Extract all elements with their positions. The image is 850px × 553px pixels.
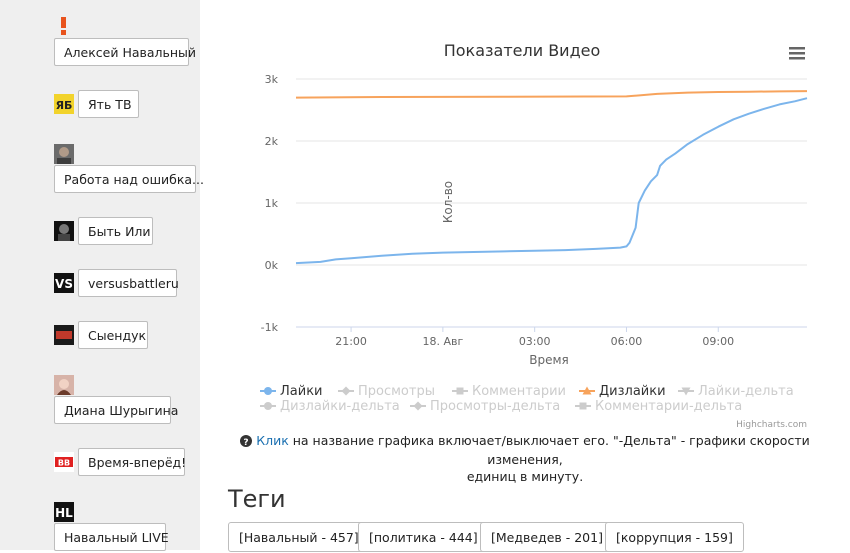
help-text-line1: на название графика включает/выключает е… <box>288 433 810 467</box>
svg-text:?: ? <box>244 438 249 447</box>
x-tick-label: 09:00 <box>702 335 734 348</box>
channel-button[interactable]: Сыендук <box>78 321 148 349</box>
channel-button[interactable]: Алексей Навальный <box>54 38 196 66</box>
y-tick-label: -1k <box>261 321 279 334</box>
series-line-likes[interactable] <box>295 97 808 265</box>
chart-series <box>295 90 808 265</box>
channel-button[interactable]: Навальный LIVE <box>54 523 169 551</box>
legend-item[interactable]: Комментарии-дельта <box>575 399 742 414</box>
y-tick-label: 2k <box>265 135 279 148</box>
svg-text:ЯБ: ЯБ <box>56 99 73 112</box>
yat-tv-logo-icon[interactable]: ЯБ <box>54 94 74 114</box>
legend-item[interactable]: Лайки-дельта <box>678 384 794 399</box>
legend-label[interactable]: Комментарии <box>472 384 566 399</box>
legend-label[interactable]: Дизлайки <box>599 384 666 399</box>
legend-item[interactable]: Дизлайки <box>579 384 666 399</box>
legend-label[interactable]: Дизлайки-дельта <box>280 399 400 414</box>
x-axis-ticks: 21:00 18. Авг 03:00 06:00 09:00 <box>296 326 807 348</box>
hamburger-menu-icon[interactable] <box>788 46 805 62</box>
main-content: Показатели Видео -1k 0k 1k 2k 3k 21:00 18. Ав… <box>200 0 850 552</box>
legend-label[interactable]: Лайки <box>280 384 323 399</box>
channel-button[interactable]: Быть Или <box>78 217 153 245</box>
vremya-vpered-logo-icon[interactable]: BB <box>54 452 74 472</box>
channel-button[interactable]: Диана Шурыгина <box>54 396 178 424</box>
tag-button[interactable]: [Навальный - 457] <box>228 522 370 552</box>
channel-button[interactable]: versusbattleru <box>78 269 179 297</box>
legend-item[interactable]: Комментарии <box>452 384 566 399</box>
navalny-exclamation-icon[interactable] <box>54 16 74 36</box>
legend-item[interactable]: Просмотры-дельта <box>410 399 560 414</box>
legend-item[interactable]: Просмотры <box>338 384 435 399</box>
chart-help-text: ? Клик на название графика включает/выкл… <box>230 432 820 485</box>
navalny-live-logo-icon[interactable]: HL <box>54 502 74 522</box>
question-circle-icon: ? <box>240 434 253 451</box>
syenduk-logo-icon[interactable] <box>54 325 74 345</box>
chart-legend: Лайки Просмотры Комментарии Дизлайки Лайки-д… <box>260 384 794 414</box>
tags-heading: Теги <box>228 485 286 513</box>
x-axis-label: Время <box>529 353 569 367</box>
channel-button[interactable]: Время-вперёд! <box>78 448 186 476</box>
video-stats-chart: Показатели Видео -1k 0k 1k 2k 3k 21:00 18. Ав… <box>260 41 808 430</box>
series-line-dislikes[interactable] <box>295 90 808 99</box>
y-tick-label: 1k <box>265 197 279 210</box>
tag-button[interactable]: [Медведев - 201] <box>480 522 614 552</box>
channel-button[interactable]: Ять ТВ <box>78 90 139 118</box>
legend-label[interactable]: Лайки-дельта <box>698 384 794 399</box>
y-tick-label: 0k <box>265 259 279 272</box>
legend-item[interactable]: Дизлайки-дельта <box>260 399 400 414</box>
tag-button[interactable]: [коррупция - 159] <box>605 522 744 552</box>
chart-title[interactable]: Показатели Видео <box>444 41 601 60</box>
channel-sidebar: Алексей Навальный ЯБ Ять ТВ Работа над о… <box>0 0 204 551</box>
y-axis-ticks: -1k 0k 1k 2k 3k <box>261 73 279 334</box>
tag-button[interactable]: [политика - 444] <box>358 522 489 552</box>
y-axis-label: Кол-во <box>441 181 455 223</box>
highcharts-credit-link[interactable]: Highcharts.com <box>736 420 807 430</box>
legend-label[interactable]: Комментарии-дельта <box>595 399 742 414</box>
y-tick-label: 3k <box>265 73 279 86</box>
svg-text:BB: BB <box>58 459 70 468</box>
x-tick-label: 06:00 <box>611 335 643 348</box>
diana-photo-icon[interactable] <box>54 375 74 395</box>
x-tick-label: 18. Авг <box>422 335 463 348</box>
svg-text:VS: VS <box>55 277 73 291</box>
legend-label[interactable]: Просмотры <box>358 384 435 399</box>
info-link[interactable]: Клик <box>256 433 289 448</box>
legend-label[interactable]: Просмотры-дельта <box>430 399 560 414</box>
help-text-line2: единиц в минуту. <box>466 469 584 484</box>
x-tick-label: 21:00 <box>335 335 367 348</box>
x-tick-label: 03:00 <box>519 335 551 348</box>
channel-button[interactable]: Работа над ошибка... <box>54 165 204 193</box>
legend-item[interactable]: Лайки <box>260 384 323 399</box>
versus-logo-icon[interactable]: VS <box>54 273 74 293</box>
byt-ili-logo-icon[interactable] <box>54 221 74 241</box>
svg-text:HL: HL <box>55 506 73 520</box>
user-photo-icon[interactable] <box>54 144 74 164</box>
chart-grid <box>296 78 807 328</box>
